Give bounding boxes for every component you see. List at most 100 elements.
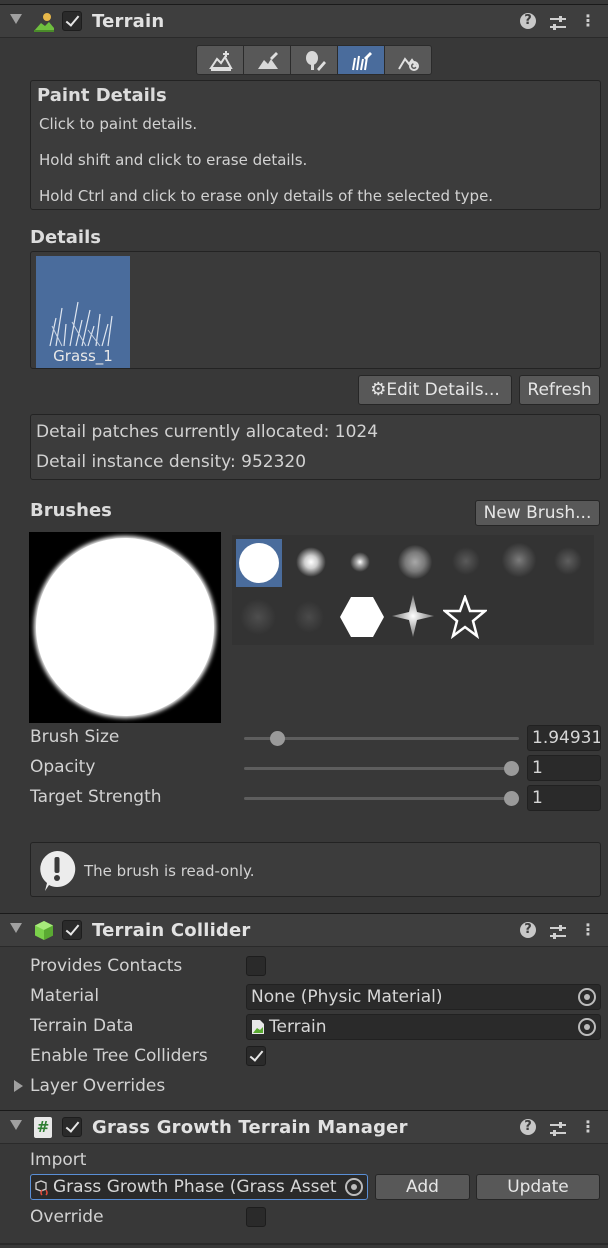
brush-noise-2[interactable] — [502, 543, 536, 577]
brush-size-slider[interactable] — [244, 737, 519, 740]
paint-trees-tool-button[interactable] — [290, 45, 338, 75]
import-label: Import — [30, 1150, 87, 1170]
target-strength-slider-thumb[interactable] — [504, 791, 519, 806]
opacity-label: Opacity — [30, 757, 96, 777]
enable-tree-colliders-checkbox[interactable] — [246, 1046, 266, 1066]
opacity-slider[interactable] — [244, 767, 519, 770]
brush-hard-circle[interactable] — [236, 539, 282, 587]
terrain-data-value: Terrain — [269, 1017, 327, 1037]
terrain-collider-icon — [35, 921, 53, 940]
scriptable-object-icon — [35, 1180, 48, 1196]
terrain-collider-title: Terrain Collider — [92, 920, 251, 941]
terrain-tool-bar — [196, 45, 432, 75]
paint-texture-icon — [258, 52, 278, 69]
refresh-button[interactable]: Refresh — [519, 375, 600, 405]
opacity-field[interactable]: 1 — [527, 755, 601, 781]
warning-speech-bubble-icon — [40, 850, 76, 891]
layer-overrides-foldout[interactable]: Layer Overrides — [14, 1076, 314, 1098]
brush-hexagon[interactable] — [340, 595, 384, 639]
terrain-collider-header[interactable]: Terrain Collider ? ⋮ — [0, 913, 608, 947]
brush-preview-circle — [36, 538, 214, 716]
new-brush-button[interactable]: New Brush... — [475, 500, 600, 526]
help-icon[interactable]: ? — [520, 922, 536, 938]
settings-sliders-icon[interactable] — [549, 1121, 567, 1137]
terrain-data-label: Terrain Data — [30, 1016, 134, 1036]
brush-grass-pattern[interactable] — [294, 601, 324, 633]
override-checkbox[interactable] — [246, 1207, 266, 1227]
terrain-settings-tool-button[interactable] — [384, 45, 432, 75]
terrain-data-asset-icon — [252, 1020, 264, 1034]
detail-item-grass[interactable]: Grass_1 — [36, 256, 130, 368]
opacity-slider-thumb[interactable] — [504, 761, 519, 776]
grass-manager-header[interactable]: # Grass Growth Terrain Manager ? ⋮ — [0, 1110, 608, 1144]
foldout-right-arrow-icon — [14, 1080, 23, 1092]
more-options-icon[interactable]: ⋮ — [578, 1117, 598, 1137]
gear-icon: ⚙ — [370, 379, 387, 400]
brush-noise-1[interactable] — [452, 547, 480, 575]
material-field[interactable]: None (Physic Material) — [246, 984, 601, 1010]
terrain-component-header[interactable]: Terrain ? ⋮ — [0, 4, 608, 38]
brush-sparkle[interactable] — [392, 595, 434, 637]
brush-noise-3[interactable] — [554, 547, 582, 575]
override-label: Override — [30, 1207, 104, 1227]
grass-thumbnail-icon — [49, 301, 113, 347]
raise-lower-tool-button[interactable] — [196, 45, 244, 75]
more-options-icon[interactable]: ⋮ — [578, 920, 598, 940]
settings-sliders-icon[interactable] — [549, 924, 567, 940]
detail-stats-box: Detail patches currently allocated: 1024… — [30, 414, 601, 480]
brush-size-field[interactable]: 1.94931 — [527, 725, 601, 751]
terrain-enabled-checkbox[interactable] — [62, 11, 82, 31]
details-list: Grass_1 — [30, 251, 601, 369]
target-strength-label: Target Strength — [30, 787, 162, 807]
provides-contacts-label: Provides Contacts — [30, 956, 183, 976]
paint-details-tool-button[interactable] — [337, 45, 385, 75]
edit-details-button[interactable]: ⚙Edit Details... — [358, 375, 512, 405]
terrain-settings-icon — [398, 57, 419, 71]
brush-cloud[interactable] — [398, 545, 432, 579]
more-options-icon[interactable]: ⋮ — [578, 11, 598, 31]
add-button[interactable]: Add — [375, 1174, 470, 1200]
bottom-divider — [0, 1243, 608, 1245]
brush-size-slider-thumb[interactable] — [270, 731, 285, 746]
brush-small-dot[interactable] — [350, 552, 370, 572]
terrain-data-field[interactable]: Terrain — [246, 1014, 601, 1040]
foldout-arrow-icon[interactable] — [10, 923, 22, 933]
brush-soft-circle[interactable] — [296, 547, 326, 577]
script-icon: # — [34, 1117, 52, 1138]
grass-manager-enabled-checkbox[interactable] — [62, 1117, 82, 1137]
paint-details-line-2: Hold shift and click to erase details. — [39, 151, 308, 169]
target-strength-field[interactable]: 1 — [527, 785, 601, 811]
readonly-message: The brush is read-only. — [84, 862, 255, 880]
brush-spatter[interactable] — [240, 599, 276, 635]
help-icon[interactable]: ? — [520, 1119, 536, 1135]
terrain-title: Terrain — [92, 11, 165, 32]
brush-star[interactable] — [443, 595, 487, 639]
readonly-warning-box: The brush is read-only. — [30, 842, 601, 897]
edit-details-label: Edit Details... — [386, 380, 500, 400]
paint-details-heading: Paint Details — [37, 85, 167, 106]
object-picker-icon[interactable] — [345, 1178, 363, 1196]
paint-texture-tool-button[interactable] — [243, 45, 291, 75]
update-button[interactable]: Update — [476, 1174, 600, 1200]
paint-details-icon — [352, 52, 372, 71]
paint-trees-icon — [306, 51, 326, 71]
paint-details-help-box: Paint Details Click to paint details. Ho… — [30, 80, 601, 210]
grass-manager-title: Grass Growth Terrain Manager — [92, 1117, 408, 1138]
provides-contacts-checkbox[interactable] — [246, 956, 266, 976]
object-picker-icon[interactable] — [578, 1018, 596, 1036]
brush-size-label: Brush Size — [30, 727, 120, 747]
terrain-icon — [34, 13, 54, 32]
terrain-collider-enabled-checkbox[interactable] — [62, 920, 82, 940]
layer-overrides-label: Layer Overrides — [30, 1076, 166, 1096]
import-field[interactable]: Grass Growth Phase (Grass Asset — [30, 1174, 368, 1200]
object-picker-icon[interactable] — [578, 988, 596, 1006]
help-icon[interactable]: ? — [520, 13, 536, 29]
raise-lower-icon — [209, 51, 233, 71]
target-strength-slider[interactable] — [244, 797, 519, 800]
paint-details-line-1: Click to paint details. — [39, 115, 198, 133]
settings-sliders-icon[interactable] — [549, 15, 567, 31]
foldout-arrow-icon[interactable] — [10, 14, 22, 24]
enable-tree-colliders-label: Enable Tree Colliders — [30, 1046, 208, 1066]
material-value: None (Physic Material) — [251, 987, 443, 1007]
foldout-arrow-icon[interactable] — [10, 1120, 22, 1130]
